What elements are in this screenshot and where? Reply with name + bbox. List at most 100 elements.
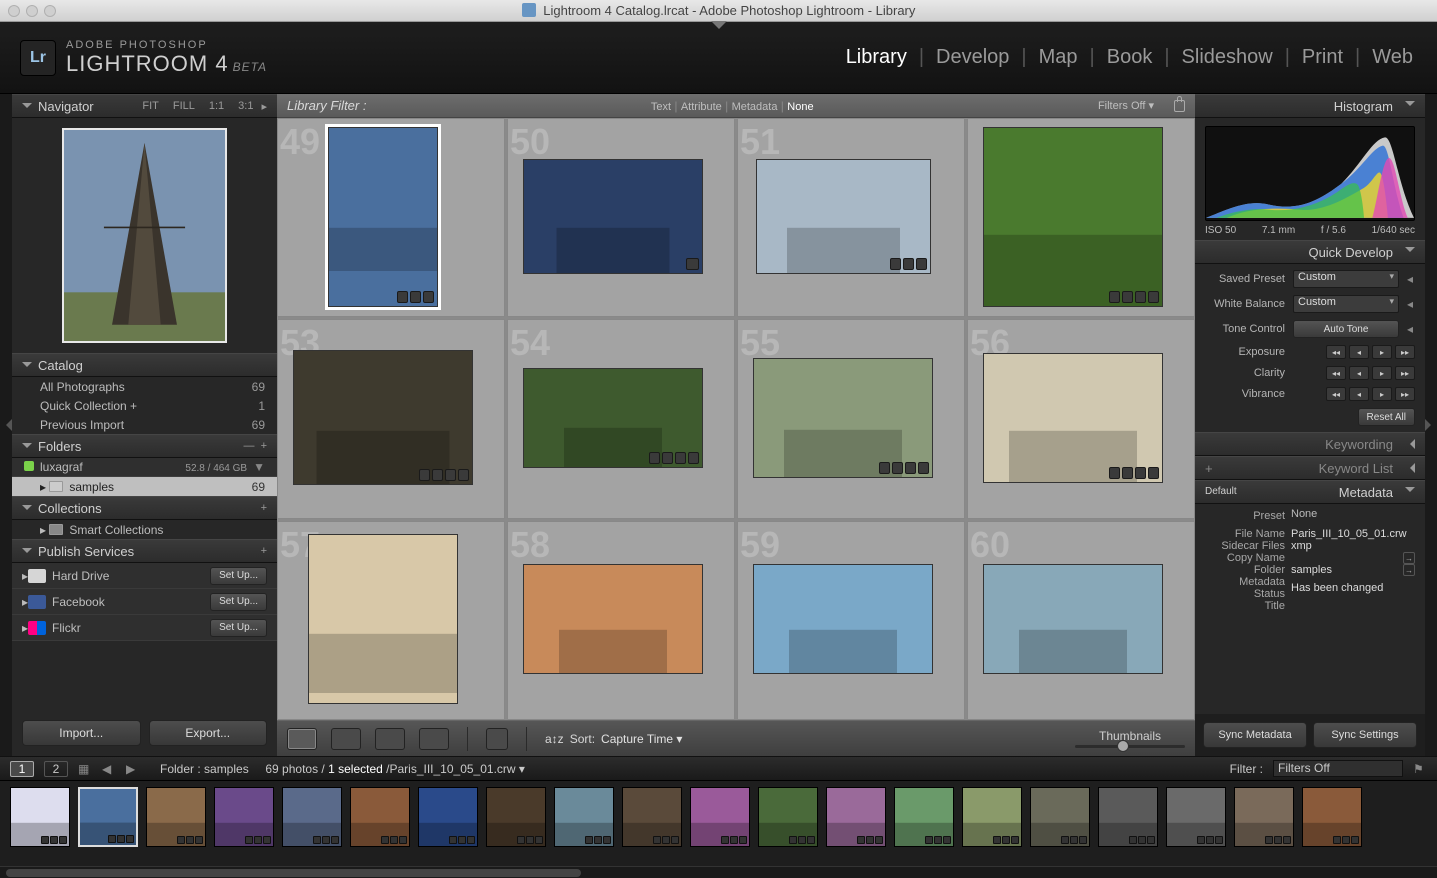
left-panel-toggle[interactable] [0,94,12,756]
module-library[interactable]: Library [842,46,911,69]
filmstrip-thumb[interactable] [622,787,682,847]
chevron-icon[interactable]: ◂ [1407,272,1415,286]
vibrance-stepper[interactable]: ◂◂◂▸▸▸ [1326,387,1415,401]
filter-none[interactable]: None [787,101,813,113]
thumb-size-slider[interactable] [1075,745,1185,748]
go-icon[interactable]: → [1403,552,1415,564]
publish-header[interactable]: Publish Services + [12,539,277,563]
chevron-icon[interactable]: ◂ [1407,322,1415,336]
grid-cell[interactable]: 54 [507,319,735,518]
filmstrip-scrollbar[interactable] [0,866,1437,878]
folder-row-samples[interactable]: ▸ samples 69 [12,477,277,496]
filmstrip-thumb[interactable] [486,787,546,847]
view-grid-icon[interactable] [287,728,317,750]
filmstrip-thumb[interactable] [962,787,1022,847]
filmstrip-thumb[interactable] [214,787,274,847]
drive-row[interactable]: luxagraf 52.8 / 464 GB▼ [12,458,277,477]
grid-cell[interactable]: 58 [507,521,735,720]
smart-collections-row[interactable]: ▸ Smart Collections [12,520,277,539]
status-filter-select[interactable]: Filters Off [1273,760,1403,777]
catalog-item[interactable]: All Photographs69 [12,377,277,396]
sort-value[interactable]: Capture Time ▾ [601,732,682,746]
module-print[interactable]: Print [1298,46,1347,69]
setup-button[interactable]: Set Up... [210,593,267,611]
sort-az-icon[interactable]: a↕z [545,732,564,746]
grid-cell[interactable]: 55 [737,319,965,518]
navigator-modes[interactable]: FITFILL1:13:1 ▸ [136,100,267,113]
setup-button[interactable]: Set Up... [210,619,267,637]
keywording-header[interactable]: Keywording [1195,432,1425,456]
sync-metadata-button[interactable]: Sync Metadata [1203,722,1307,748]
grid-mode-icon[interactable]: ▦ [78,762,92,776]
sync-settings-button[interactable]: Sync Settings [1313,722,1417,748]
filmstrip-thumb[interactable] [1302,787,1362,847]
auto-tone-button[interactable]: Auto Tone [1293,320,1399,338]
filmstrip[interactable] [0,780,1437,866]
filmstrip-thumb[interactable] [758,787,818,847]
exposure-stepper[interactable]: ◂◂◂▸▸▸ [1326,345,1415,359]
reset-all-button[interactable]: Reset All [1358,408,1415,426]
grid-cell[interactable]: 49 [277,118,505,317]
status-folder[interactable]: Folder : samples [160,762,249,776]
view-loupe-icon[interactable] [331,728,361,750]
export-button[interactable]: Export... [149,720,268,746]
metadata-preset-select[interactable]: None [1291,508,1317,524]
grid-cell[interactable]: 53 [277,319,505,518]
publish-fl[interactable]: ▸ FlickrSet Up... [12,615,277,641]
filter-attribute[interactable]: Attribute [681,101,722,113]
filmstrip-thumb[interactable] [1098,787,1158,847]
publish-hd[interactable]: ▸ Hard DriveSet Up... [12,563,277,589]
collections-header[interactable]: Collections + [12,496,277,520]
filmstrip-thumb[interactable] [1030,787,1090,847]
folders-header[interactable]: Folders — + [12,434,277,458]
filmstrip-thumb[interactable] [146,787,206,847]
module-map[interactable]: Map [1035,46,1082,69]
catalog-item[interactable]: Previous Import69 [12,415,277,434]
navigator-preview[interactable] [62,128,227,343]
grid-cell[interactable]: 50 [507,118,735,317]
filmstrip-thumb[interactable] [10,787,70,847]
right-panel-toggle[interactable] [1425,94,1437,756]
filter-metadata[interactable]: Metadata [732,101,778,113]
painter-icon[interactable] [486,728,508,750]
lock-icon[interactable] [1174,100,1185,112]
filmstrip-thumb[interactable] [418,787,478,847]
setup-button[interactable]: Set Up... [210,567,267,585]
chevron-icon[interactable]: ◂ [1407,297,1415,311]
navigator-header[interactable]: Navigator FITFILL1:13:1 ▸ [12,94,277,118]
filmstrip-thumb[interactable] [78,787,138,847]
filmstrip-thumb[interactable] [554,787,614,847]
grid-cell[interactable]: 59 [737,521,965,720]
quick-develop-header[interactable]: Quick Develop [1195,240,1425,264]
module-book[interactable]: Book [1103,46,1157,69]
grid-cell[interactable] [967,118,1195,317]
thumbnail-grid[interactable]: 4950515354555657585960 [277,118,1195,720]
publish-add[interactable]: + [261,545,267,557]
catalog-item[interactable]: Quick Collection +1 [12,396,277,415]
white-balance-select[interactable]: Custom [1293,295,1399,313]
filters-off[interactable]: Filters Off ▾ [1098,99,1154,112]
collections-add[interactable]: + [261,502,267,514]
filmstrip-thumb[interactable] [826,787,886,847]
histogram[interactable] [1205,126,1415,221]
filter-text[interactable]: Text [651,101,671,113]
grid-cell[interactable]: 56 [967,319,1195,518]
module-slideshow[interactable]: Slideshow [1178,46,1277,69]
histogram-header[interactable]: Histogram [1195,94,1425,118]
back-icon[interactable]: ◀ [102,762,116,776]
filmstrip-thumb[interactable] [894,787,954,847]
view-survey-icon[interactable] [419,728,449,750]
import-button[interactable]: Import... [22,720,141,746]
clarity-stepper[interactable]: ◂◂◂▸▸▸ [1326,366,1415,380]
window-2[interactable]: 2 [44,761,68,777]
filmstrip-thumb[interactable] [1166,787,1226,847]
module-develop[interactable]: Develop [932,46,1013,69]
filmstrip-thumb[interactable] [690,787,750,847]
module-web[interactable]: Web [1368,46,1417,69]
keyword-list-header[interactable]: + Keyword List [1195,456,1425,480]
filmstrip-thumb[interactable] [282,787,342,847]
grid-cell[interactable]: 51 [737,118,965,317]
catalog-header[interactable]: Catalog [12,353,277,377]
publish-fb[interactable]: ▸ FacebookSet Up... [12,589,277,615]
filmstrip-thumb[interactable] [350,787,410,847]
